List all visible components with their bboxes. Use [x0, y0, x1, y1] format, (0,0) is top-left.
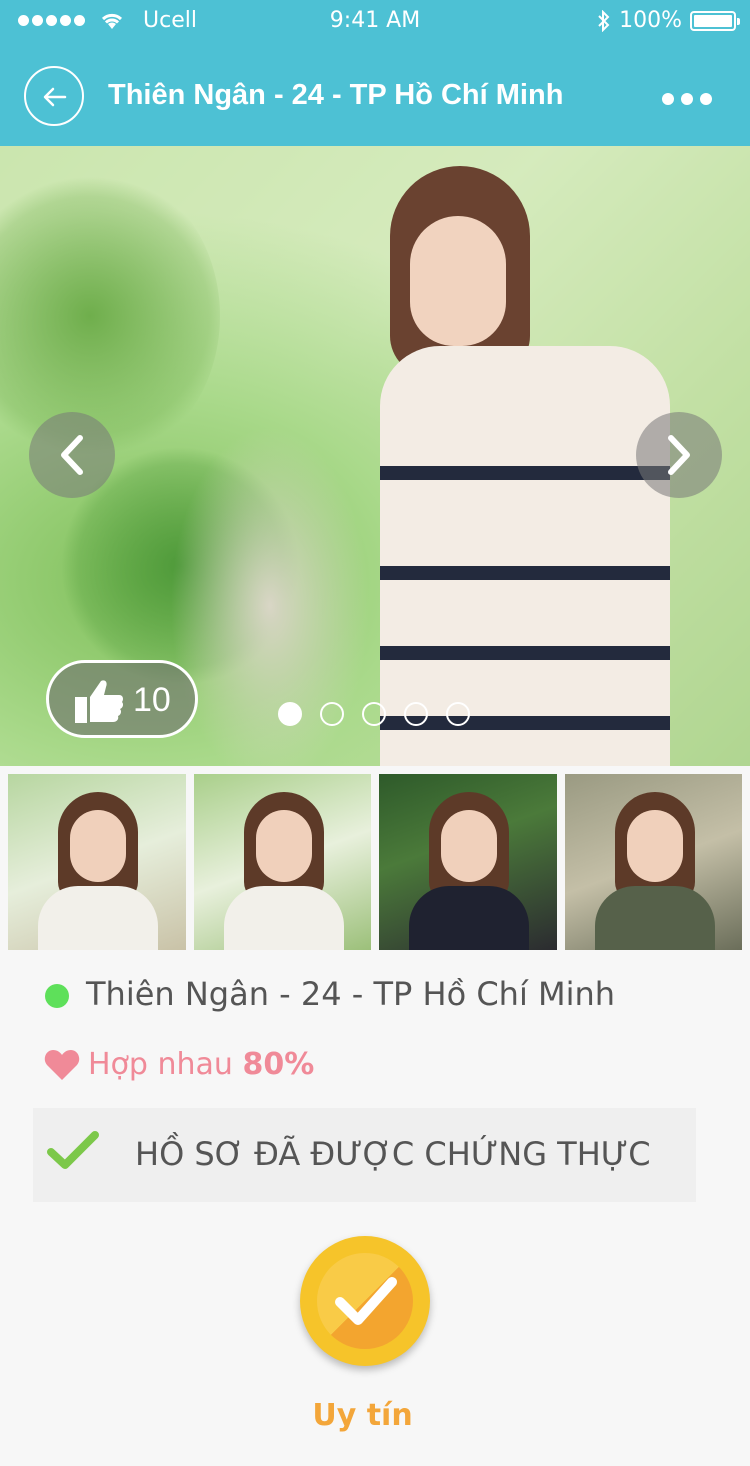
profile-name: Thiên Ngân - 24 - TP Hồ Chí Minh	[86, 975, 616, 1013]
match-label: Hợp nhau	[88, 1047, 233, 1082]
page-title: Thiên Ngân - 24 - TP Hồ Chí Minh	[108, 79, 564, 111]
photo-person	[360, 166, 680, 766]
like-count: 10	[133, 681, 171, 719]
checkmark-icon	[47, 1131, 99, 1169]
verified-profile-banner: HỒ SƠ ĐÃ ĐƯỢC CHỨNG THỰC	[33, 1108, 696, 1202]
pager-dot[interactable]	[404, 702, 428, 726]
heart-icon	[44, 1050, 80, 1080]
photo-thumbnail[interactable]	[564, 774, 742, 950]
previous-photo-button[interactable]	[29, 412, 115, 498]
back-button[interactable]	[24, 66, 84, 126]
photo-pager	[278, 702, 470, 726]
more-dots-icon	[662, 93, 674, 105]
chevron-left-icon	[61, 435, 83, 475]
back-arrow-icon	[43, 87, 67, 107]
photo-thumbnail[interactable]	[379, 774, 557, 950]
more-options-button[interactable]	[662, 93, 712, 105]
status-right: 100%	[597, 8, 740, 33]
trust-badge[interactable]	[300, 1236, 430, 1366]
pager-dot[interactable]	[320, 702, 344, 726]
battery-percent: 100%	[619, 8, 682, 33]
chevron-right-icon	[668, 435, 690, 475]
pager-dot[interactable]	[362, 702, 386, 726]
status-bar: Ucell 9:41 AM 100%	[0, 0, 750, 40]
like-button[interactable]: 10	[46, 660, 198, 738]
next-photo-button[interactable]	[636, 412, 722, 498]
online-status-dot	[45, 984, 69, 1008]
pager-dot-active[interactable]	[278, 702, 302, 726]
photo-foliage	[0, 166, 220, 466]
battery-icon	[690, 10, 740, 31]
trust-badge-label: Uy tín	[312, 1398, 413, 1433]
match-score: Hợp nhau 80%	[88, 1047, 314, 1082]
thumbnail-strip	[8, 774, 742, 950]
photo-thumbnail[interactable]	[8, 774, 186, 950]
thumbs-up-icon	[75, 680, 124, 723]
pager-dot[interactable]	[446, 702, 470, 726]
header-bar: Ucell 9:41 AM 100% Thiên Ngân - 24 - TP …	[0, 0, 750, 146]
badge-check-icon	[335, 1277, 397, 1325]
bluetooth-icon	[598, 9, 610, 32]
match-percent: 80%	[242, 1047, 315, 1082]
verified-label: HỒ SƠ ĐÃ ĐƯỢC CHỨNG THỰC	[135, 1135, 651, 1173]
photo-thumbnail[interactable]	[193, 774, 371, 950]
